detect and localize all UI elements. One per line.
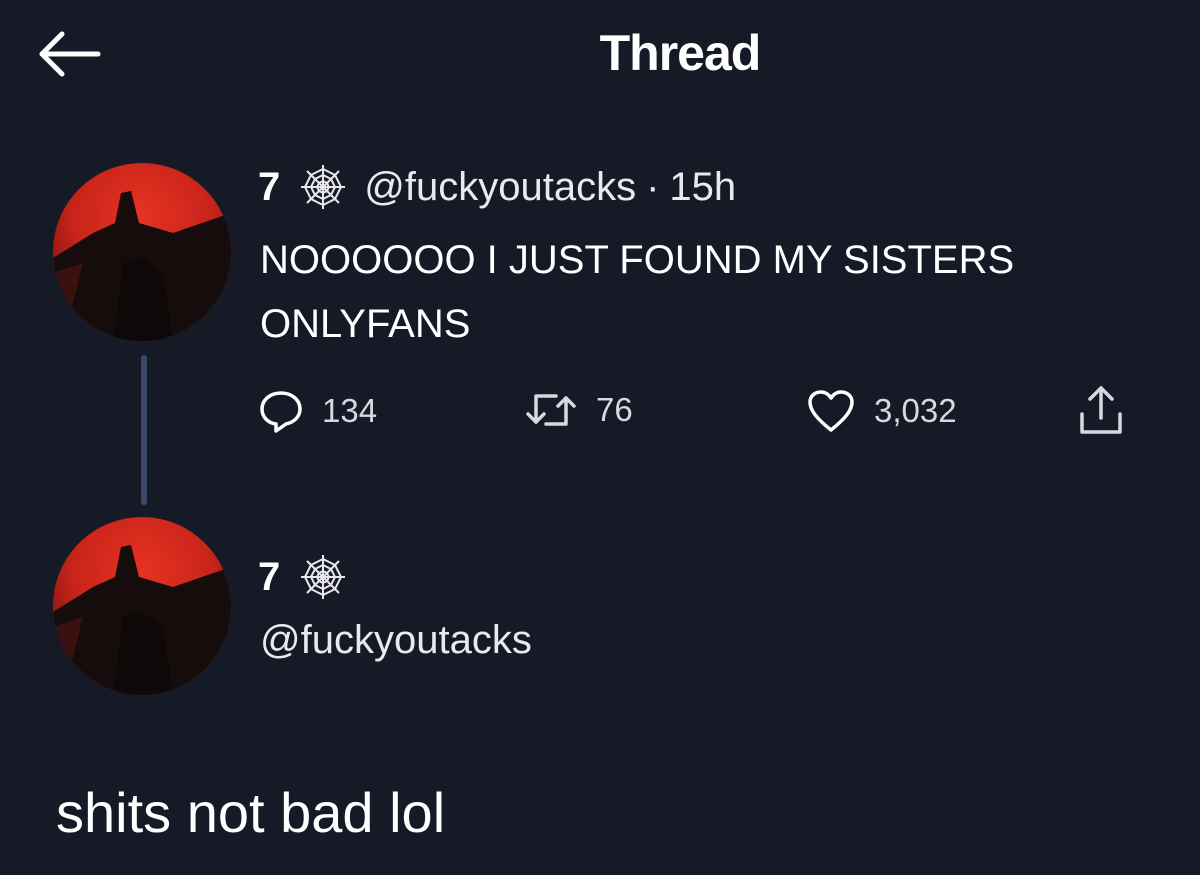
page-title: Thread xyxy=(599,25,762,81)
retweet-button[interactable]: 76 xyxy=(524,388,633,432)
reply-author-handle[interactable]: @fuckyoutacks xyxy=(260,618,532,663)
retweet-icon xyxy=(526,394,576,426)
reply-text: shits not bad lol xyxy=(56,781,446,844)
avatar[interactable] xyxy=(53,517,231,695)
author-handle[interactable]: @fuckyoutacks xyxy=(364,165,636,210)
like-count: 3,032 xyxy=(874,392,957,429)
reply-author-display-name[interactable]: 7 xyxy=(258,555,280,600)
tweet-actions: 134 76 3,032 xyxy=(258,382,1158,442)
spiderweb-icon xyxy=(301,165,346,209)
tweet-author-row: 7 @fuckyoutacks · 15h xyxy=(258,162,736,212)
reply-count: 134 xyxy=(322,392,378,429)
tweet-timestamp[interactable]: 15h xyxy=(669,165,736,210)
tweet-text: NOOOOOO I JUST FOUND MY SISTERS ONLYFANS xyxy=(260,238,1015,346)
reply-bubble-icon xyxy=(260,391,302,433)
author-display-name[interactable]: 7 xyxy=(258,165,280,210)
header-bar: Thread xyxy=(0,0,1200,110)
meta-separator: · xyxy=(646,164,660,209)
thread-connector-line xyxy=(141,355,147,505)
heart-icon xyxy=(808,390,854,432)
spiderweb-icon xyxy=(301,555,346,599)
retweet-count: 76 xyxy=(596,391,633,428)
like-button[interactable]: 3,032 xyxy=(806,388,957,434)
share-button[interactable] xyxy=(1076,382,1126,438)
share-icon xyxy=(1080,386,1122,434)
reply-button[interactable]: 134 xyxy=(258,388,377,434)
reply-author-row: 7 xyxy=(258,552,364,602)
avatar[interactable] xyxy=(53,163,231,341)
